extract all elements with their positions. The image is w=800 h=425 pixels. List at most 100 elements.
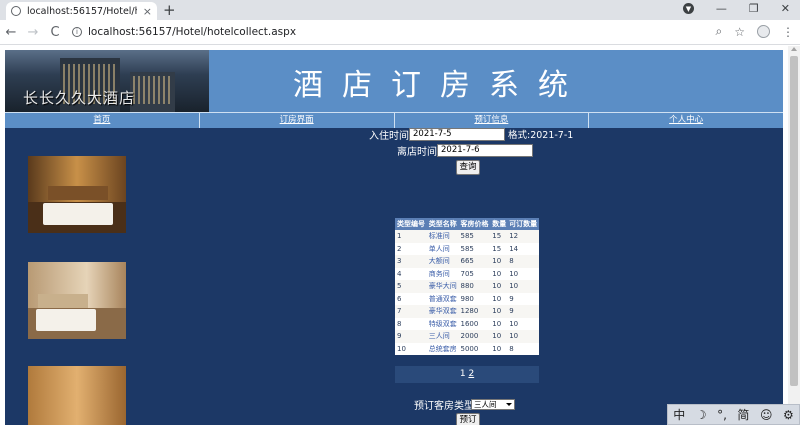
cell-available: 9 [507, 292, 539, 305]
cell-type-id: 9 [395, 330, 427, 343]
pager-current-page: 1 [459, 369, 466, 379]
main-menu: 首页 订房界面 预订信息 个人中心 [5, 112, 783, 128]
checkin-label: 入住时间 [369, 131, 409, 142]
cell-available: 10 [507, 267, 539, 280]
table-header-row: 类型编号 类型名称 客房价格 数量 可订数量 [395, 218, 539, 230]
menu-booking[interactable]: 订房界面 [200, 113, 395, 128]
cell-count: 10 [490, 255, 508, 268]
cell-count: 10 [490, 280, 508, 293]
cell-type-id: 10 [395, 342, 427, 355]
table-row: 1 标准间 585 15 12 [395, 230, 539, 243]
cell-available: 10 [507, 317, 539, 330]
cell-price: 585 [458, 230, 491, 243]
cell-type-name: 豪华双套 [426, 305, 459, 318]
cell-price: 1600 [458, 317, 491, 330]
table-row: 7 豪华双套 1280 10 9 [395, 305, 539, 318]
site-banner: 长长久久大酒店 酒店订房系统 [5, 50, 783, 112]
site-title: 酒店订房系统 [293, 68, 587, 103]
moon-icon[interactable]: ☽ [696, 408, 707, 422]
main-content: 入住时间 2021-7-5 格式:2021-7-1 离店时间 2021-7-6 … [5, 128, 783, 425]
checkout-label: 离店时间 [397, 147, 437, 158]
cell-type-name: 单人间 [426, 242, 459, 255]
query-button[interactable]: 查询 [456, 160, 480, 175]
forward-button[interactable]: → [22, 25, 44, 40]
info-icon[interactable]: i [72, 27, 82, 37]
checkout-input[interactable]: 2021-7-6 [437, 144, 533, 157]
menu-profile[interactable]: 个人中心 [589, 113, 783, 128]
room-type-table: 类型编号 类型名称 客房价格 数量 可订数量 1 标准间 585 15 12 2 单人间 58… [395, 218, 539, 355]
cell-price: 585 [458, 242, 491, 255]
address-bar[interactable]: i localhost:56157/Hotel/hotelcollect.asp… [72, 23, 712, 41]
scroll-up-arrow[interactable] [791, 47, 797, 51]
menu-reservations[interactable]: 预订信息 [395, 113, 590, 128]
pager-page-link[interactable]: 2 [468, 369, 474, 379]
cell-type-id: 6 [395, 292, 427, 305]
room-headboard [38, 294, 88, 308]
cell-type-name: 总统套房 [426, 342, 459, 355]
punctuation-toggle[interactable]: °, [717, 408, 727, 422]
restore-button[interactable]: ❐ [749, 2, 759, 15]
cell-available: 10 [507, 280, 539, 293]
tab-title: localhost:56157/Hotel/hotelco [27, 5, 137, 17]
cell-available: 8 [507, 255, 539, 268]
cell-available: 14 [507, 242, 539, 255]
menu-icon[interactable]: ⋮ [782, 25, 794, 39]
close-window-button[interactable]: ✕ [781, 2, 790, 15]
cell-type-name: 大额间 [426, 255, 459, 268]
cell-type-id: 8 [395, 317, 427, 330]
ime-language-toggle[interactable]: 中 [673, 406, 685, 423]
page-viewport: 长长久久大酒店 酒店订房系统 首页 订房界面 预订信息 个人中心 入住时间 20… [0, 46, 788, 425]
header-type-id: 类型编号 [395, 218, 427, 230]
header-type-name: 类型名称 [426, 218, 459, 230]
browser-tab[interactable]: localhost:56157/Hotel/hotelco × [6, 2, 157, 20]
zoom-icon[interactable]: ⌕ [716, 24, 723, 39]
back-button[interactable]: ← [0, 25, 22, 40]
ime-toolbar: 中 ☽ °, 简 ☺ ⚙ [667, 404, 800, 425]
minimize-button[interactable]: — [716, 2, 727, 15]
table-row: 9 三人间 2000 10 10 [395, 330, 539, 343]
room-type-select[interactable]: 三人间 [471, 399, 515, 410]
room-wall [28, 366, 126, 425]
cell-count: 10 [490, 317, 508, 330]
profile-avatar[interactable] [757, 25, 770, 38]
room-image [28, 262, 126, 339]
cell-price: 1280 [458, 305, 491, 318]
date-format-hint: 格式:2021-7-1 [508, 130, 574, 141]
download-icon[interactable]: ▼ [682, 3, 694, 14]
cell-count: 10 [490, 330, 508, 343]
cell-type-name: 三人间 [426, 330, 459, 343]
room-type-label: 预订客房类型 [414, 401, 474, 412]
new-tab-button[interactable]: + [163, 1, 176, 19]
cell-count: 10 [490, 267, 508, 280]
simplified-toggle[interactable]: 简 [737, 406, 749, 423]
cell-count: 10 [490, 305, 508, 318]
page-scrollbar[interactable] [788, 46, 800, 425]
table-row: 3 大额间 665 10 8 [395, 255, 539, 268]
table-row: 4 商务间 705 10 10 [395, 267, 539, 280]
building-windows [133, 76, 173, 104]
cell-type-id: 3 [395, 255, 427, 268]
cell-price: 880 [458, 280, 491, 293]
star-icon[interactable]: ☆ [734, 25, 745, 39]
reload-button[interactable]: C [44, 25, 66, 40]
cell-available: 12 [507, 230, 539, 243]
emoji-icon[interactable]: ☺ [760, 408, 773, 422]
hotel-photo: 长长久久大酒店 [5, 50, 209, 112]
hotel-logo-text: 长长久久大酒店 [23, 89, 136, 107]
checkin-input[interactable]: 2021-7-5 [409, 128, 505, 141]
cell-type-id: 7 [395, 305, 427, 318]
menu-home[interactable]: 首页 [5, 113, 200, 128]
cell-count: 10 [490, 342, 508, 355]
tab-close-icon[interactable]: × [143, 5, 152, 18]
table-row: 10 总统套房 5000 10 8 [395, 342, 539, 355]
cell-type-name: 标准间 [426, 230, 459, 243]
header-price: 客房价格 [458, 218, 491, 230]
table-row: 8 特级双套 1600 10 10 [395, 317, 539, 330]
room-bed [36, 309, 96, 331]
toolbar-actions: ⌕ ☆ ⋮ [716, 24, 795, 39]
chevron-down-icon [506, 403, 512, 406]
cell-type-name: 豪华大间 [426, 280, 459, 293]
book-button[interactable]: 预订 [456, 413, 480, 425]
scrollbar-thumb[interactable] [790, 56, 798, 386]
gear-icon[interactable]: ⚙ [783, 408, 794, 422]
